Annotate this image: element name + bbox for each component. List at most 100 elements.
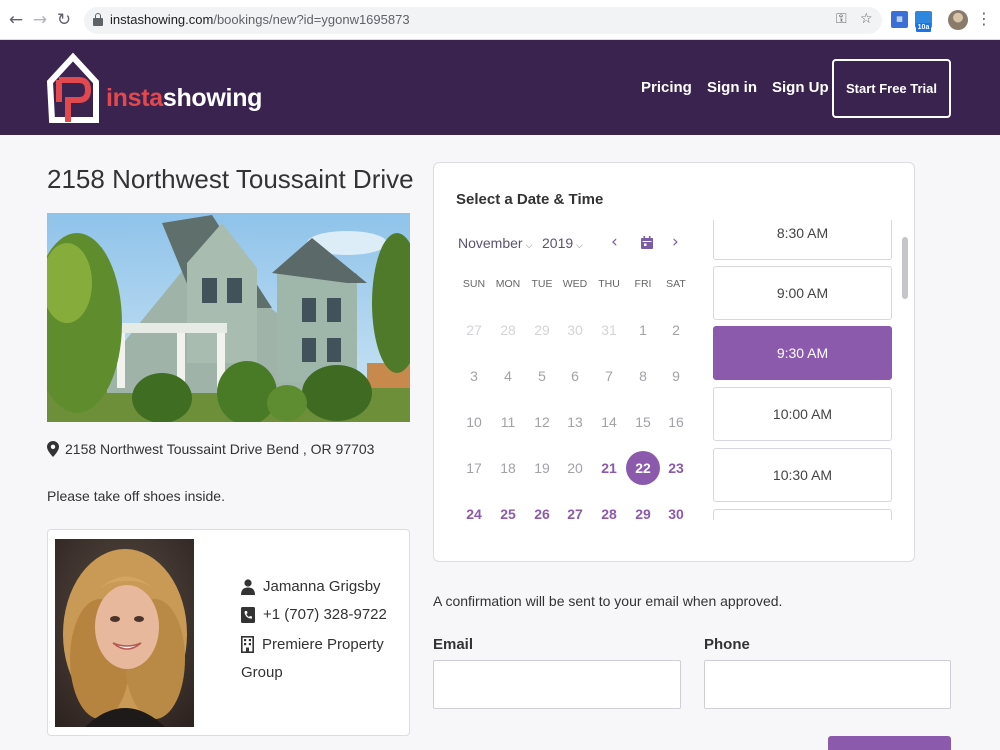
- calendar-day[interactable]: 28: [592, 497, 626, 531]
- start-free-trial-button[interactable]: Start Free Trial: [832, 59, 951, 118]
- calendar-day: 16: [668, 414, 684, 430]
- month-value: November: [458, 235, 523, 251]
- time-slot[interactable]: [713, 509, 892, 520]
- calendar-day[interactable]: 30: [659, 497, 693, 531]
- address-text: 2158 Northwest Toussaint Drive Bend , OR…: [65, 441, 375, 457]
- confirmation-note: A confirmation will be sent to your emai…: [433, 593, 783, 609]
- booking-panel: Select a Date & Time November ⌵ 2019 ⌵ ‹ ›…: [433, 162, 915, 562]
- time-slot[interactable]: 10:00 AM: [713, 387, 892, 441]
- url-path: /bookings/new?id=ygonw1695873: [213, 12, 410, 27]
- agent-phone[interactable]: +1 (707) 328-9722: [263, 606, 387, 623]
- agent-company-line1: Premiere Property: [262, 636, 384, 653]
- calendar-day[interactable]: 21: [592, 451, 626, 485]
- calendar-day: 6: [571, 368, 579, 384]
- calendar-day: 7: [605, 368, 613, 384]
- calendar-day: 4: [504, 368, 512, 384]
- calendar-day: 17: [466, 460, 482, 476]
- time-slot-list: 8:30 AM 9:00 AM 9:30 AM 10:00 AM 10:30 AM: [713, 220, 893, 520]
- calendar-day[interactable]: 26: [525, 497, 559, 531]
- calendar-day: 12: [534, 414, 550, 430]
- calendar-day: 29: [534, 322, 550, 338]
- phone-icon: [241, 606, 255, 623]
- profile-avatar[interactable]: [948, 10, 968, 30]
- calendar-day: 8: [639, 368, 647, 384]
- calendar-day: 19: [534, 460, 550, 476]
- calendar-day: 14: [601, 414, 617, 430]
- year-value: 2019: [542, 235, 574, 251]
- brand-showing: showing: [162, 84, 263, 112]
- calendar-day: 31: [601, 322, 617, 338]
- nav-sign-up[interactable]: Sign Up: [772, 79, 829, 96]
- back-icon[interactable]: ←: [6, 9, 26, 31]
- agent-company-row: Premiere Property: [241, 636, 384, 653]
- month-select[interactable]: November ⌵: [458, 235, 532, 251]
- phone-label: Phone: [704, 636, 750, 653]
- email-field[interactable]: [433, 660, 681, 709]
- prev-month-icon[interactable]: ‹: [611, 232, 618, 252]
- time-slot[interactable]: 10:30 AM: [713, 448, 892, 502]
- agent-card: Jamanna Grigsby +1 (707) 328-9722 Premie…: [47, 529, 410, 736]
- year-select[interactable]: 2019 ⌵: [542, 235, 583, 251]
- listing-note: Please take off shoes inside.: [47, 488, 225, 504]
- weekday-mon: MON: [495, 278, 521, 290]
- weekday-sat: SAT: [666, 278, 686, 290]
- extension-calendar-icon[interactable]: 10a: [915, 11, 932, 32]
- calendar-day: 11: [500, 414, 516, 430]
- building-icon: [241, 636, 254, 653]
- calendar-day-selected[interactable]: 22: [626, 451, 660, 485]
- agent-name-row: Jamanna Grigsby: [241, 578, 381, 595]
- more-menu-icon[interactable]: ⋮: [976, 9, 992, 28]
- forward-icon[interactable]: →: [30, 9, 50, 31]
- calendar-day[interactable]: 24: [457, 497, 491, 531]
- weekday-thu: THU: [598, 278, 620, 290]
- address-bar[interactable]: instashowing.com/bookings/new?id=ygonw16…: [84, 7, 882, 34]
- time-slot-selected[interactable]: 9:30 AM: [713, 326, 892, 380]
- weekday-sun: SUN: [462, 278, 486, 290]
- calendar-day[interactable]: 23: [659, 451, 693, 485]
- nav-sign-in[interactable]: Sign in: [707, 79, 757, 96]
- phone-field[interactable]: [704, 660, 951, 709]
- calendar-day: 15: [635, 414, 651, 430]
- listing-address: 2158 Northwest Toussaint Drive Bend , OR…: [47, 441, 374, 457]
- map-pin-icon: [47, 441, 59, 457]
- next-month-icon[interactable]: ›: [672, 232, 679, 252]
- browser-toolbar: ← → ↻ instashowing.com/bookings/new?id=y…: [0, 0, 1000, 40]
- chevron-down-icon: ⌵: [576, 240, 583, 250]
- extension-icon[interactable]: ▦: [891, 11, 908, 28]
- chevron-down-icon: ⌵: [525, 240, 533, 250]
- calendar-day: 10: [466, 414, 482, 430]
- calendar-day[interactable]: 29: [626, 497, 660, 531]
- weekday-wed: WED: [562, 278, 588, 290]
- lock-icon: [93, 13, 103, 26]
- time-slot-scrollbar[interactable]: [902, 237, 908, 299]
- calendar-today-icon[interactable]: [641, 236, 653, 249]
- time-slot[interactable]: 9:00 AM: [713, 266, 892, 320]
- calendar-day[interactable]: 27: [558, 497, 592, 531]
- page-title: 2158 Northwest Toussaint Drive: [47, 164, 414, 194]
- reload-icon[interactable]: ↻: [54, 9, 74, 31]
- key-icon[interactable]: ⚿: [836, 11, 847, 27]
- instashowing-logo-icon[interactable]: [46, 52, 100, 124]
- calendar-day: 28: [500, 322, 516, 338]
- weekday-fri: FRI: [634, 278, 652, 290]
- url-host: instashowing.com: [110, 12, 214, 27]
- submit-button[interactable]: [828, 736, 951, 750]
- calendar-day: 20: [567, 460, 583, 476]
- bookmark-star-icon[interactable]: ☆: [860, 11, 873, 27]
- calendar-day: 2: [672, 322, 680, 338]
- time-slot[interactable]: 8:30 AM: [713, 220, 892, 260]
- calendar-day: 5: [538, 368, 546, 384]
- nav-pricing[interactable]: Pricing: [641, 79, 692, 96]
- url-text[interactable]: instashowing.com/bookings/new?id=ygonw16…: [110, 12, 410, 27]
- calendar-day: 3: [470, 368, 478, 384]
- booking-title: Select a Date & Time: [456, 191, 604, 208]
- brand-name[interactable]: instashowing: [106, 84, 262, 113]
- calendar-day[interactable]: 25: [491, 497, 525, 531]
- agent-photo: [55, 539, 194, 727]
- calendar-day: 9: [672, 368, 680, 384]
- calendar-day: 13: [567, 414, 583, 430]
- agent-phone-row: +1 (707) 328-9722: [241, 606, 387, 623]
- calendar-day: 18: [500, 460, 516, 476]
- house-photo: [47, 213, 410, 422]
- email-label: Email: [433, 636, 474, 653]
